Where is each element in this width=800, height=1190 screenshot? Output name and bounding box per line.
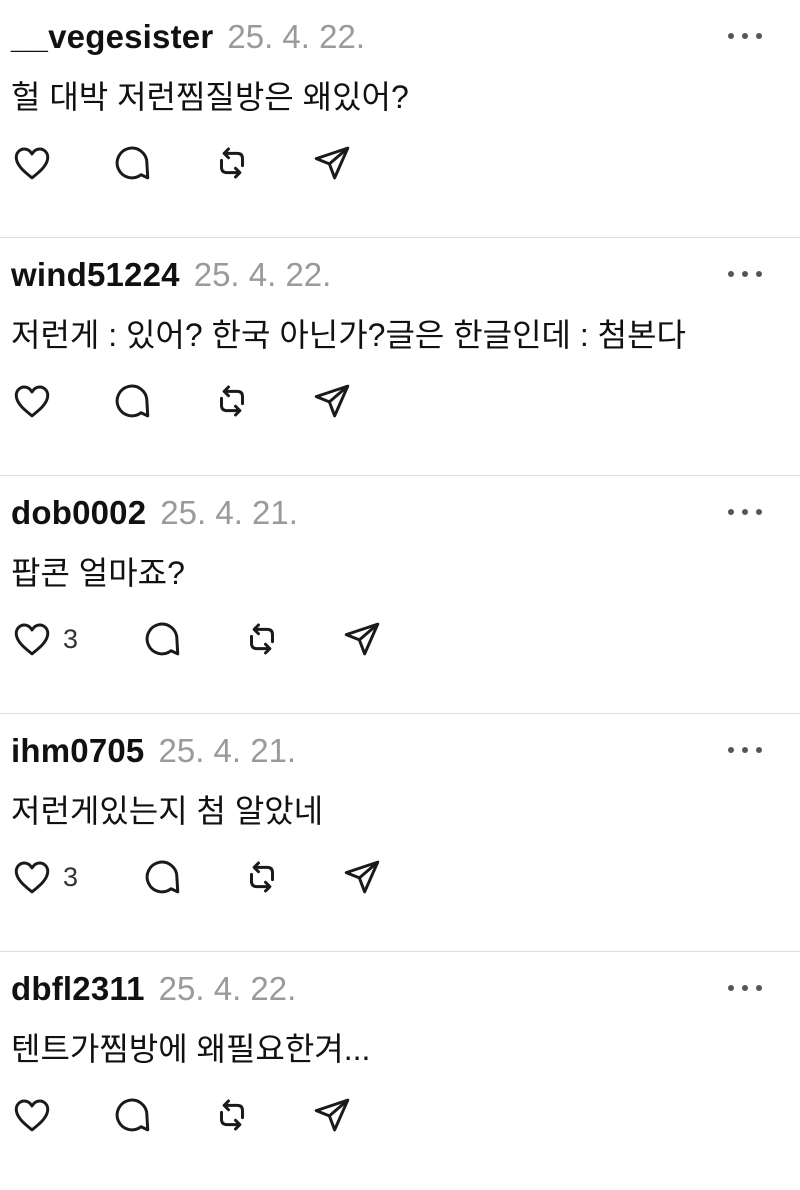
comment-actions: 3 <box>11 854 411 900</box>
heart-icon <box>14 147 50 180</box>
repost-button[interactable] <box>211 1092 253 1138</box>
speech-bubble-icon <box>115 1098 150 1132</box>
reply-button[interactable] <box>141 854 183 900</box>
heart-icon <box>14 623 50 656</box>
repost-button[interactable] <box>241 616 283 662</box>
comment-item: dob0002 25. 4. 21. 팝콘 얼마죠? 3 <box>0 476 800 714</box>
like-button[interactable]: 3 <box>11 616 78 662</box>
paper-plane-icon <box>314 384 350 418</box>
comment-header: dbfl2311 25. 4. 22. <box>11 970 296 1010</box>
comment-header: wind51224 25. 4. 22. <box>11 256 331 296</box>
heart-icon <box>14 1099 50 1132</box>
comment-actions <box>11 1092 411 1138</box>
comment-header: dob0002 25. 4. 21. <box>11 494 298 534</box>
speech-bubble-icon <box>115 384 150 418</box>
repost-icon <box>250 623 274 655</box>
comment-actions: 3 <box>11 616 411 662</box>
username[interactable]: __vegesister <box>11 18 213 56</box>
username[interactable]: dob0002 <box>11 494 146 532</box>
reply-button[interactable] <box>141 616 183 662</box>
share-button[interactable] <box>311 1092 353 1138</box>
comment-actions <box>11 378 411 424</box>
comment-item: dbfl2311 25. 4. 22. 텐트가찜방에 왜필요한겨... <box>0 952 800 1190</box>
like-button[interactable]: 3 <box>11 854 78 900</box>
more-horizontal-icon[interactable] <box>728 976 762 1000</box>
repost-button[interactable] <box>241 854 283 900</box>
like-button[interactable] <box>11 140 63 186</box>
heart-icon <box>14 861 50 894</box>
repost-icon <box>220 1099 244 1131</box>
repost-icon <box>220 147 244 179</box>
comment-text: 저런게 : 있어? 한국 아닌가?글은 한글인데 : 첨본다 <box>11 317 686 353</box>
speech-bubble-icon <box>145 860 180 894</box>
share-button[interactable] <box>311 378 353 424</box>
paper-plane-icon <box>344 860 380 894</box>
reply-button[interactable] <box>111 140 153 186</box>
share-button[interactable] <box>341 854 383 900</box>
comment-header: __vegesister 25. 4. 22. <box>11 18 365 58</box>
like-button[interactable] <box>11 1092 63 1138</box>
username[interactable]: ihm0705 <box>11 732 144 770</box>
comment-date: 25. 4. 21. <box>158 732 297 769</box>
paper-plane-icon <box>314 146 350 180</box>
more-horizontal-icon[interactable] <box>728 24 762 48</box>
repost-button[interactable] <box>211 140 253 186</box>
paper-plane-icon <box>344 622 380 656</box>
repost-icon <box>250 861 274 893</box>
comment-date: 25. 4. 22. <box>193 256 332 293</box>
comment-text: 저런게있는지 첨 알았네 <box>11 793 324 829</box>
speech-bubble-icon <box>115 146 150 180</box>
comment-item: ihm0705 25. 4. 21. 저런게있는지 첨 알았네 3 <box>0 714 800 952</box>
repost-icon <box>220 385 244 417</box>
paper-plane-icon <box>314 1098 350 1132</box>
username[interactable]: dbfl2311 <box>11 970 145 1008</box>
comment-item: __vegesister 25. 4. 22. 헐 대박 저런찜질방은 왜있어? <box>0 0 800 238</box>
comment-date: 25. 4. 22. <box>227 18 365 55</box>
reply-button[interactable] <box>111 378 153 424</box>
comment-feed: __vegesister 25. 4. 22. 헐 대박 저런찜질방은 왜있어?… <box>0 0 800 1190</box>
like-count: 3 <box>63 861 79 892</box>
reply-button[interactable] <box>111 1092 153 1138</box>
share-button[interactable] <box>341 616 383 662</box>
comment-header: ihm0705 25. 4. 21. <box>11 732 296 772</box>
speech-bubble-icon <box>145 622 180 656</box>
share-button[interactable] <box>311 140 353 186</box>
comment-text: 헐 대박 저런찜질방은 왜있어? <box>11 79 409 115</box>
heart-icon <box>14 385 50 418</box>
comment-date: 25. 4. 21. <box>160 494 298 531</box>
comment-actions <box>11 140 411 186</box>
like-count: 3 <box>63 623 79 654</box>
more-horizontal-icon[interactable] <box>728 500 762 524</box>
comment-item: wind51224 25. 4. 22. 저런게 : 있어? 한국 아닌가?글은… <box>0 238 800 476</box>
repost-button[interactable] <box>211 378 253 424</box>
comment-text: 팝콘 얼마죠? <box>11 555 185 591</box>
more-horizontal-icon[interactable] <box>728 738 762 762</box>
like-button[interactable] <box>11 378 63 424</box>
more-horizontal-icon[interactable] <box>728 262 762 286</box>
comment-date: 25. 4. 22. <box>158 970 297 1007</box>
comment-text: 텐트가찜방에 왜필요한겨... <box>11 1031 371 1067</box>
username[interactable]: wind51224 <box>11 256 180 294</box>
